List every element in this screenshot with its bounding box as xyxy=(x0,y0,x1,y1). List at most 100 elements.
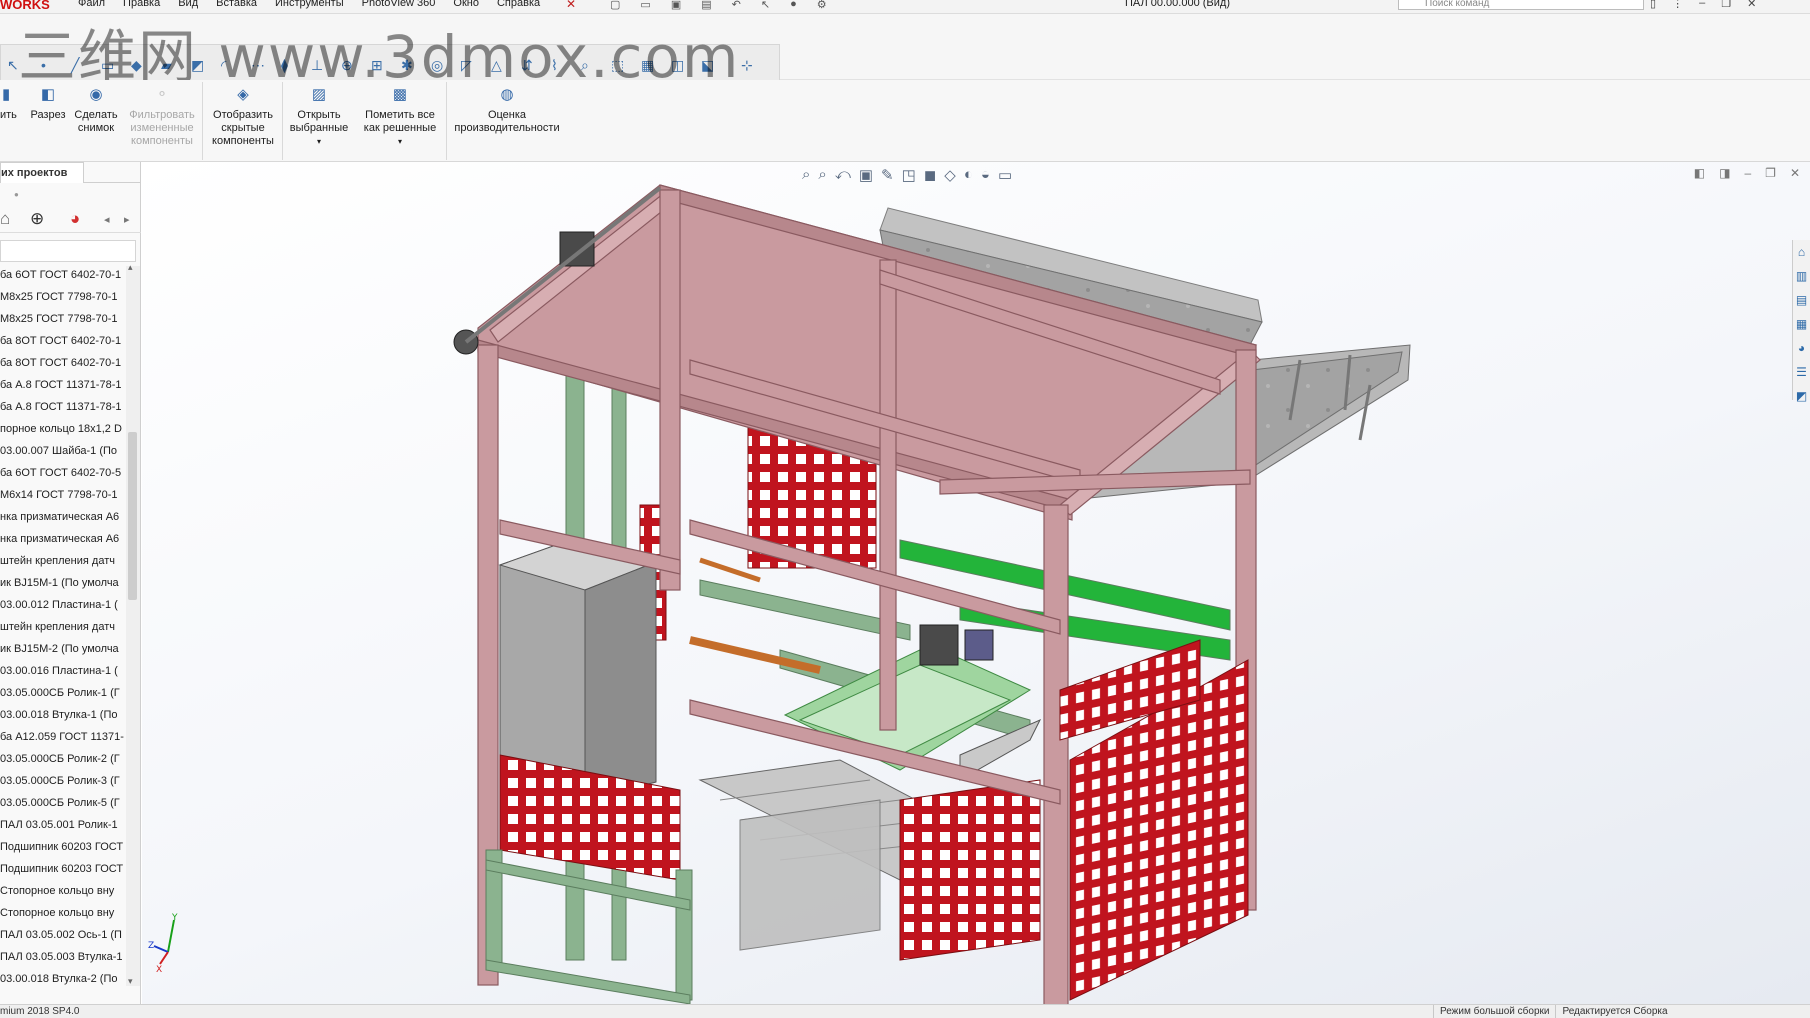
feature-tree-icon[interactable]: ⌂ xyxy=(0,209,10,229)
config-target-icon[interactable]: ⊕ xyxy=(30,209,44,229)
ribbon-separator xyxy=(446,82,447,160)
tree-item[interactable]: нка призматическая А6 xyxy=(0,506,124,528)
more-icon[interactable]: ⋮ xyxy=(1672,0,1683,10)
options-icon[interactable]: ⚙ xyxy=(817,0,827,11)
tree-item[interactable]: 03.05.000СБ Ролик-5 (Г xyxy=(0,792,124,814)
cut-icon: ▮ xyxy=(2,86,11,103)
minimize-icon[interactable]: – xyxy=(1699,0,1705,10)
scroll-up-icon[interactable]: ▴ xyxy=(128,262,133,273)
menu-insert[interactable]: Вставка xyxy=(216,0,257,9)
lower-roller-conveyor xyxy=(698,759,1041,961)
tree-item[interactable]: Подшипник 60203 ГОСТ xyxy=(0,836,124,858)
scroll-thumb[interactable] xyxy=(128,432,137,600)
tree-item[interactable]: Стопорное кольцо вну xyxy=(0,880,124,902)
scroll-down-icon[interactable]: ▾ xyxy=(128,976,133,987)
close-icon[interactable]: ✕ xyxy=(1747,0,1756,10)
snapshot-button[interactable]: ◉ Сделать снимок xyxy=(72,86,120,135)
solidworks-window: WORKS Файл Правка Вид Вставка Инструмент… xyxy=(0,0,1810,1018)
tree-item[interactable]: ба 8ОТ ГОСТ 6402-70-1 xyxy=(0,330,124,352)
scroll-right-icon[interactable]: ▸ xyxy=(124,213,130,226)
large-assembly-mode-status: Режим большой сборки xyxy=(1433,1005,1555,1018)
tree-item[interactable]: 03.00.018 Втулка-2 (По xyxy=(0,968,124,990)
pointer-icon[interactable]: ↖ xyxy=(7,57,19,74)
svg-text:Y: Y xyxy=(171,913,178,923)
section-button[interactable]: ◧ Разрез xyxy=(26,87,70,122)
search-commands-input[interactable]: Поиск команд xyxy=(1398,0,1644,10)
menu-help[interactable]: Справка xyxy=(497,0,540,9)
collapse-dot-icon[interactable]: ● xyxy=(14,190,19,199)
show-hidden-button[interactable]: ◈ Отобразить скрытые компоненты xyxy=(206,87,280,148)
customize-icon[interactable]: ⊹ xyxy=(741,57,753,74)
tree-item[interactable]: 03.00.007 Шайба-1 (По xyxy=(0,440,124,462)
performance-evaluation-button[interactable]: ◍ Оценка производительности xyxy=(450,86,564,135)
axis-triad: Y Z X xyxy=(148,913,178,972)
select-icon[interactable]: ↖ xyxy=(761,0,770,11)
open-selected-button[interactable]: ▨ Открыть выбранные ▾ xyxy=(286,86,352,148)
tree-item[interactable]: 03.05.000СБ Ролик-1 (Г xyxy=(0,682,124,704)
display-manager-icon[interactable]: ◕ xyxy=(70,209,80,229)
tree-item[interactable]: штейн крепления датч xyxy=(0,550,124,572)
tree-item[interactable]: ик BJ15M-2 (По умолча xyxy=(0,638,124,660)
svg-text:X: X xyxy=(156,965,162,972)
tab-underline xyxy=(84,182,141,183)
check-icon: ▩ xyxy=(392,86,408,103)
mark-all-resolved-button[interactable]: ▩ Пометить все как решенные ▾ xyxy=(358,86,442,148)
tree-item[interactable]: ПАЛ 03.05.001 Ролик-1 xyxy=(0,814,124,836)
machine-assembly-model[interactable] xyxy=(142,162,1810,1004)
window-controls: ▯ ⋮ – ❐ ✕ xyxy=(1650,0,1756,10)
tree-item[interactable]: ба А.8 ГОСТ 11371-78-1 xyxy=(0,374,124,396)
tree-item[interactable]: ба А.8 ГОСТ 11371-78-1 xyxy=(0,396,124,418)
dropdown-arrow-icon[interactable]: ▾ xyxy=(286,135,352,148)
menu-window[interactable]: Окно xyxy=(453,0,479,9)
menu-tools[interactable]: Инструменты xyxy=(275,0,344,9)
open-folder-icon: ▨ xyxy=(311,86,327,103)
help-icon[interactable]: ▯ xyxy=(1650,0,1656,10)
editing-status: Редактируется Сборка xyxy=(1555,1005,1673,1018)
tree-item[interactable]: штейн крепления датч xyxy=(0,616,124,638)
panel-tab-icons: ⌂ ⊕ ◕ ◂ ▸ xyxy=(0,207,141,233)
performance-icon: ◍ xyxy=(500,86,514,103)
tree-item[interactable]: 03.05.000СБ Ролик-3 (Г xyxy=(0,770,124,792)
tree-item[interactable]: 03.00.012 Пластина-1 ( xyxy=(0,594,124,616)
tree-item[interactable]: ПАЛ 03.05.002 Ось-1 (П xyxy=(0,924,124,946)
restore-icon[interactable]: ❐ xyxy=(1721,0,1731,10)
ribbon-separator xyxy=(282,82,283,160)
camera-icon: ◉ xyxy=(89,86,103,103)
menu-edit[interactable]: Правка xyxy=(123,0,160,9)
tree-item[interactable]: ба 6ОТ ГОСТ 6402-70-1 xyxy=(0,264,124,286)
tree-item[interactable]: нка призматическая А6 xyxy=(0,528,124,550)
tree-item[interactable]: ик BJ15M-1 (По умолча xyxy=(0,572,124,594)
tree-scrollbar[interactable]: ▴ ▾ xyxy=(126,262,140,987)
menu-photoview[interactable]: PhotoView 360 xyxy=(362,0,436,9)
command-manager-ribbon: ▮ ить ◧ Разрез ◉ Сделать снимок ⚬ Фильтр… xyxy=(0,80,1810,162)
version-label: mium 2018 SP4.0 xyxy=(0,1006,80,1017)
tree-item[interactable]: М8х25 ГОСТ 7798-70-1 xyxy=(0,286,124,308)
tree-item[interactable]: М6х14 ГОСТ 7798-70-1 xyxy=(0,484,124,506)
tree-item[interactable]: Подшипник 60203 ГОСТ xyxy=(0,858,124,880)
tree-item[interactable]: ПАЛ 03.05.003 Втулка-1 xyxy=(0,946,124,968)
filter-modified-button[interactable]: ⚬ Фильтровать измененные компоненты xyxy=(124,87,200,148)
tree-item[interactable]: ба 8ОТ ГОСТ 6402-70-1 xyxy=(0,352,124,374)
tree-item[interactable]: М8х25 ГОСТ 7798-70-1 xyxy=(0,308,124,330)
tab-projects[interactable]: их проектов xyxy=(0,162,84,183)
menu-file[interactable]: Файл xyxy=(78,0,105,9)
tree-item[interactable]: 03.05.000СБ Ролик-2 (Г xyxy=(0,748,124,770)
menu-view[interactable]: Вид xyxy=(178,0,198,9)
tree-item[interactable]: ба А12.059 ГОСТ 11371- xyxy=(0,726,124,748)
scroll-left-icon[interactable]: ◂ xyxy=(104,213,110,226)
tree-item[interactable]: 03.00.018 Втулка-1 (По xyxy=(0,704,124,726)
svg-text:Z: Z xyxy=(148,941,154,951)
status-bar: mium 2018 SP4.0 Режим большой сборки Ред… xyxy=(0,1004,1810,1018)
tree-item[interactable]: 03.00.016 Пластина-1 ( xyxy=(0,660,124,682)
cut-button[interactable]: ▮ ить xyxy=(0,86,22,122)
menu-list: Файл Правка Вид Вставка Инструменты Phot… xyxy=(78,0,540,9)
rebuild-icon[interactable]: ● xyxy=(790,0,797,11)
document-title: ПАЛ 00.00.000 (Вид) xyxy=(1125,0,1230,9)
dropdown-arrow-icon[interactable]: ▾ xyxy=(358,135,442,148)
graphics-viewport[interactable]: ⌕ ⌕ ⤺ ▣ ✎ ◳ ◼ ◇ ◐ ◒ ▭ ◧ ◨ – ❐ ✕ ⌂ ▥ ▤ ▦ … xyxy=(142,162,1810,1004)
tree-item[interactable]: порное кольцо 18х1,2 D xyxy=(0,418,124,440)
feature-tree-list: ба 6ОТ ГОСТ 6402-70-1 М8х25 ГОСТ 7798-70-… xyxy=(0,264,124,990)
tree-item[interactable]: ба 6ОТ ГОСТ 6402-70-5 xyxy=(0,462,124,484)
tree-item[interactable]: Стопорное кольцо вну xyxy=(0,902,124,924)
tree-filter-input[interactable] xyxy=(0,240,136,262)
